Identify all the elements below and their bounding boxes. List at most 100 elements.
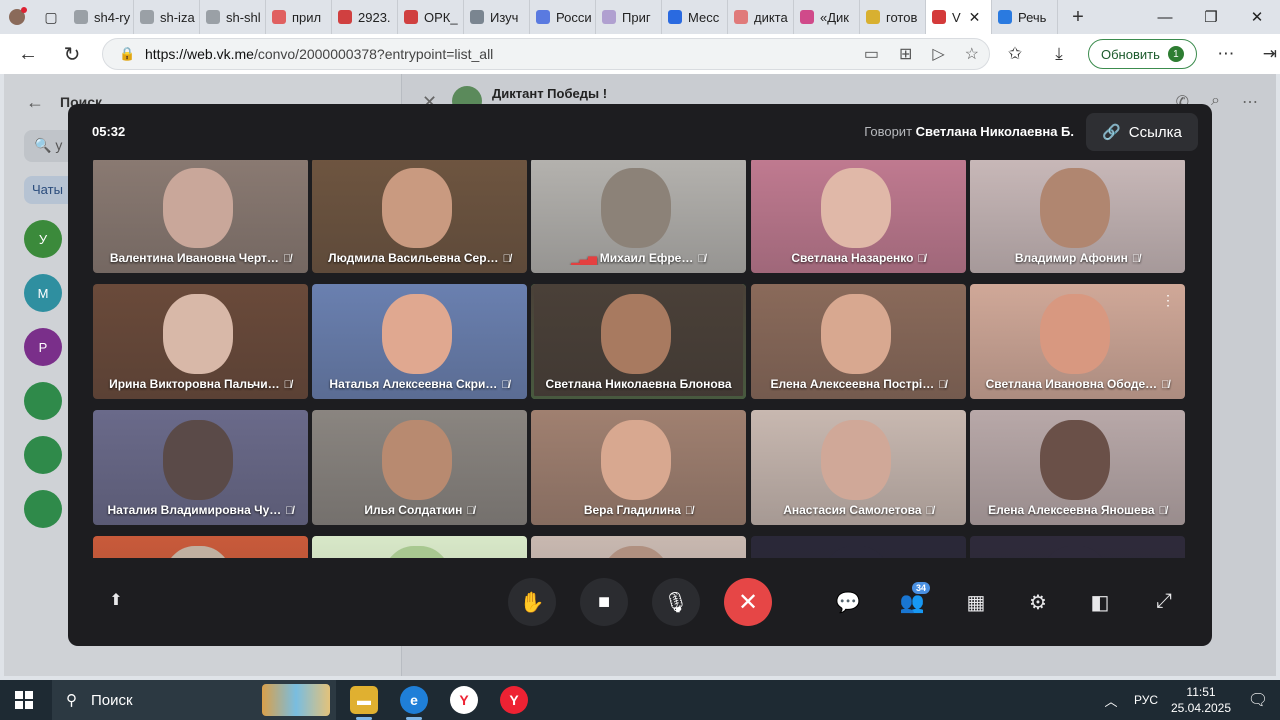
- clock[interactable]: 11:51 25.04.2025: [1166, 684, 1236, 716]
- participant-tile[interactable]: Вера Гладилина 🎙̸: [531, 410, 746, 525]
- input-language[interactable]: РУС: [1126, 693, 1166, 707]
- participants-button[interactable]: 👥 34: [898, 582, 931, 615]
- favorites-icon[interactable]: ✩: [1000, 44, 1030, 64]
- participant-tile[interactable]: Владимир Афонин 🎙̸: [970, 160, 1185, 273]
- microphone-button[interactable]: 🎙: [652, 578, 700, 626]
- participant-grid[interactable]: Валентина Ивановна Черт… 🎙̸ Людмила Василь…: [93, 160, 1187, 558]
- browser-tab[interactable]: готов: [860, 0, 926, 34]
- chat-avatar[interactable]: Р: [24, 328, 62, 366]
- participant-tile[interactable]: Илья Солдаткин 🎙̸: [312, 410, 527, 525]
- new-tab-button[interactable]: +: [1058, 6, 1098, 29]
- file-explorer-icon[interactable]: ▬: [350, 686, 378, 714]
- chat-avatar[interactable]: [24, 382, 62, 420]
- clock-time: 11:51: [1186, 685, 1216, 699]
- participant-tile[interactable]: Елена Алексеевна Пострі… 🎙̸: [751, 284, 966, 399]
- browser-tab[interactable]: Месс: [662, 0, 728, 34]
- participant-tile[interactable]: ▁▃▅ Михаил Ефре… 🎙̸: [531, 160, 746, 273]
- search-icon: ⚲: [66, 692, 77, 709]
- start-button[interactable]: [0, 680, 48, 720]
- update-button[interactable]: Обновить 1: [1088, 39, 1197, 69]
- back-arrow-icon[interactable]: ←: [26, 92, 44, 113]
- layout-grid-icon[interactable]: ▦: [962, 590, 990, 615]
- edge-browser-icon[interactable]: e: [400, 686, 428, 714]
- fullscreen-icon[interactable]: ⤢: [1150, 590, 1178, 613]
- participant-tile[interactable]: [93, 536, 308, 558]
- minimize-call-icon[interactable]: ◧: [1086, 590, 1114, 615]
- participant-tile[interactable]: Валентина Ивановна Черт… 🎙̸: [93, 160, 308, 273]
- minimize-button[interactable]: —: [1142, 0, 1188, 34]
- browser-tab[interactable]: Речь: [992, 0, 1058, 34]
- participant-name: Анастасия Самолетова 🎙̸: [751, 503, 966, 517]
- reload-button[interactable]: ↻: [50, 34, 94, 74]
- browser-tab[interactable]: дикта: [728, 0, 794, 34]
- participant-tile[interactable]: ⋮ Светлана Ивановна Ободе… 🎙̸: [970, 284, 1185, 399]
- site-info-icon[interactable]: 🔒: [119, 46, 145, 62]
- sidebar-toggle-icon[interactable]: ⇥: [1255, 44, 1280, 64]
- browser-tab[interactable]: sh-shl: [200, 0, 266, 34]
- copy-link-button[interactable]: 🔗 Ссылка: [1086, 113, 1198, 151]
- chat-avatar[interactable]: [24, 436, 62, 474]
- system-tray: ︿ РУС 11:51 25.04.2025 🗨: [1096, 680, 1280, 720]
- camera-blocked-icon[interactable]: ▭: [864, 44, 879, 64]
- participant-tile[interactable]: Наталья Алексеевна Скри… 🎙̸: [312, 284, 527, 399]
- browser-tab[interactable]: Изуч: [464, 0, 530, 34]
- browser-right-tools: ✩ ⤓ Обновить 1 ⋯ ⇥: [1000, 34, 1280, 74]
- screen-share-icon[interactable]: ⬆: [102, 590, 130, 610]
- chat-avatar[interactable]: У: [24, 220, 62, 258]
- browser-tab[interactable]: «Дик: [794, 0, 860, 34]
- notifications-icon[interactable]: 🗨: [1236, 690, 1280, 710]
- tab-favicon-icon: [140, 10, 154, 24]
- participant-tile[interactable]: [531, 536, 746, 558]
- search-icon[interactable]: ⌕: [1211, 92, 1220, 112]
- clock-date: 25.04.2025: [1170, 701, 1232, 715]
- address-bar[interactable]: 🔒 https://web.vk.me/convo/2000000378?ent…: [102, 38, 990, 70]
- browser-tab[interactable]: sh-iza: [134, 0, 200, 34]
- participant-tile[interactable]: Светлана Николаевна Блонова: [531, 284, 746, 399]
- participant-face: [601, 168, 671, 248]
- browser-tab[interactable]: sh4-ry: [68, 0, 134, 34]
- more-menu-icon[interactable]: ⋯: [1211, 44, 1241, 64]
- taskbar-search[interactable]: ⚲ Поиск: [52, 680, 336, 720]
- close-window-button[interactable]: ✕: [1234, 0, 1280, 34]
- raise-hand-button[interactable]: ✋: [508, 578, 556, 626]
- tab-label: V: [952, 9, 961, 25]
- chat-avatar[interactable]: М: [24, 274, 62, 312]
- browser-tab[interactable]: прил: [266, 0, 332, 34]
- profile-icon[interactable]: [0, 0, 34, 34]
- yandex-browser-icon-2[interactable]: Y: [500, 686, 528, 714]
- participant-tile[interactable]: Елена Алексеевна Яношева 🎙̸: [970, 410, 1185, 525]
- participant-tile[interactable]: [312, 536, 527, 558]
- close-tab-icon[interactable]: ✕: [969, 9, 981, 26]
- read-aloud-icon[interactable]: ▷: [932, 44, 944, 64]
- participant-tile[interactable]: Светлана Назаренко 🎙̸: [751, 160, 966, 273]
- browser-tab[interactable]: ОРК_: [398, 0, 464, 34]
- end-call-button[interactable]: ✕: [724, 578, 772, 626]
- browser-tab[interactable]: 2923.: [332, 0, 398, 34]
- participant-tile[interactable]: Наталия Владимировна Чу… 🎙̸: [93, 410, 308, 525]
- browser-tab[interactable]: Приг: [596, 0, 662, 34]
- chat-avatar[interactable]: [24, 490, 62, 528]
- back-button[interactable]: ←: [6, 34, 50, 74]
- participant-tile[interactable]: [970, 536, 1185, 558]
- participant-tile[interactable]: Ирина Викторовна Пальчи… 🎙̸: [93, 284, 308, 399]
- participant-name-text: Светлана Николаевна Блонова: [545, 377, 732, 391]
- more-icon[interactable]: ⋯: [1242, 92, 1258, 112]
- participant-tile[interactable]: Анастасия Самолетова 🎙̸: [751, 410, 966, 525]
- apps-icon[interactable]: ⊞: [899, 44, 912, 64]
- participant-name-text: Елена Алексеевна Пострі…: [770, 377, 935, 391]
- downloads-icon[interactable]: ⤓: [1044, 44, 1074, 64]
- chat-icon[interactable]: 💬: [834, 590, 862, 615]
- tile-menu-icon[interactable]: ⋮: [1161, 292, 1175, 309]
- tab-actions-icon[interactable]: ▢: [34, 0, 68, 34]
- yandex-browser-icon[interactable]: Y: [450, 686, 478, 714]
- participant-tile[interactable]: Людмила Васильевна Сер… 🎙̸: [312, 160, 527, 273]
- settings-gear-icon[interactable]: ⚙: [1024, 590, 1052, 615]
- tab-label: ОРК_: [424, 9, 458, 25]
- participant-tile[interactable]: [751, 536, 966, 558]
- browser-tab[interactable]: V ✕: [926, 0, 992, 34]
- favorite-star-icon[interactable]: ☆: [965, 44, 979, 64]
- camera-button[interactable]: ■: [580, 578, 628, 626]
- tray-chevron-icon[interactable]: ︿: [1096, 691, 1126, 710]
- browser-tab[interactable]: Росси: [530, 0, 596, 34]
- restore-button[interactable]: ❐: [1188, 0, 1234, 34]
